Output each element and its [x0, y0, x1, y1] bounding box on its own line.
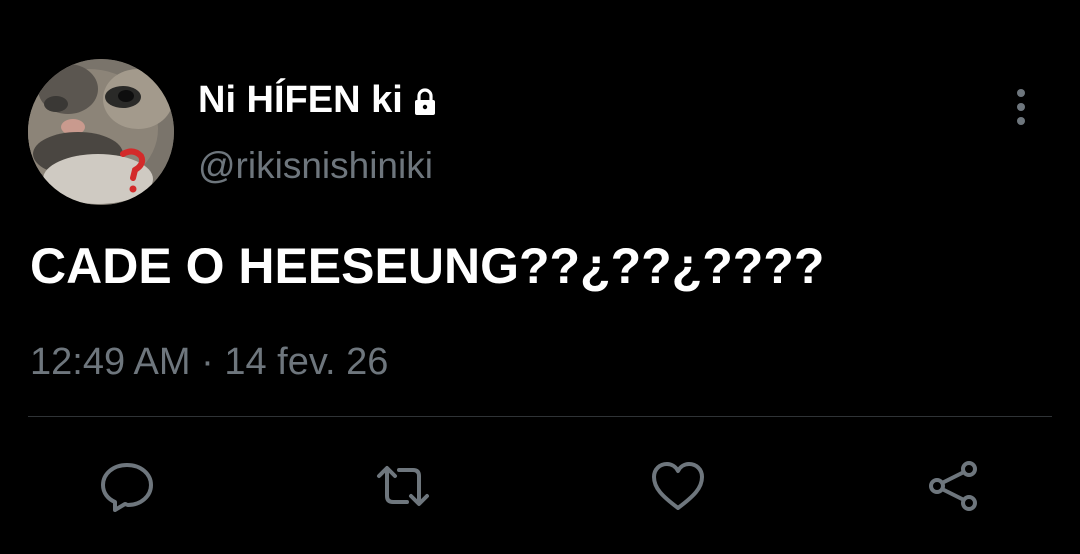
display-name[interactable]: Ni HÍFEN ki	[198, 78, 441, 122]
heart-icon	[652, 462, 704, 510]
display-name-text: Ni HÍFEN ki	[198, 79, 403, 121]
user-handle[interactable]: @rikisnishiniki	[198, 144, 433, 188]
tweet-timestamp[interactable]: 12:49 AM · 14 fev. 26	[30, 339, 388, 385]
share-button[interactable]	[924, 456, 984, 516]
more-vertical-icon	[1017, 89, 1025, 125]
tweet-text: CADE O HEESEUNG??¿??¿????	[30, 238, 825, 294]
more-options-button[interactable]	[1004, 86, 1038, 128]
retweet-button[interactable]	[373, 456, 433, 516]
divider	[28, 416, 1052, 417]
lock-icon	[409, 84, 441, 116]
retweet-icon	[377, 466, 429, 506]
reply-button[interactable]	[97, 456, 157, 516]
cat-avatar-image	[28, 59, 174, 205]
like-button[interactable]	[648, 456, 708, 516]
avatar[interactable]	[28, 59, 174, 205]
speech-bubble-icon	[101, 463, 153, 512]
share-icon	[929, 461, 977, 511]
